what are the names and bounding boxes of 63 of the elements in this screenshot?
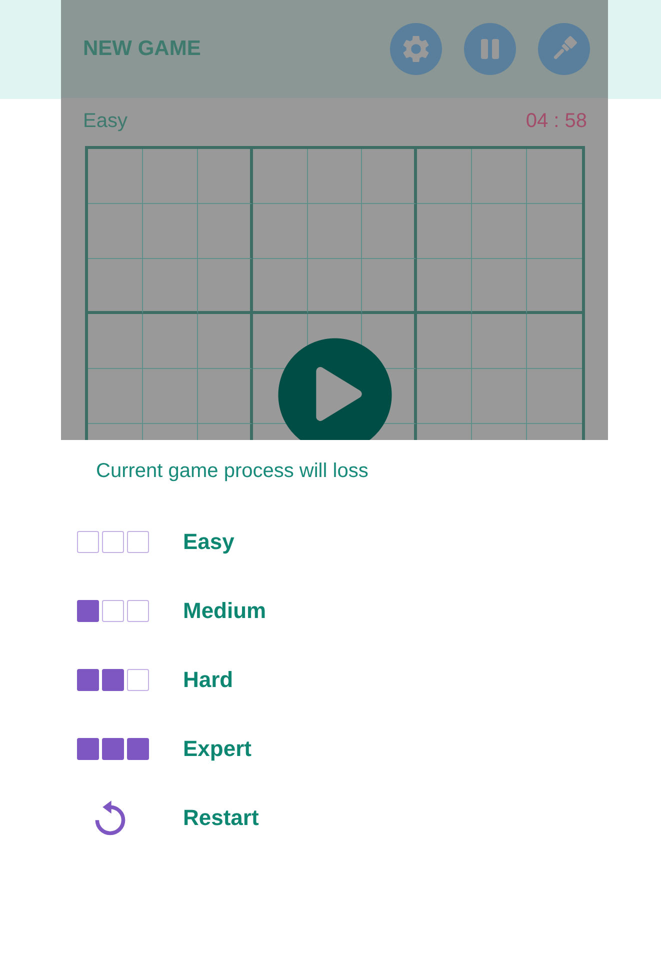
rating-square-icon	[127, 530, 149, 552]
rating-square-icon	[77, 530, 99, 552]
screen-title: NEW GAME	[83, 36, 201, 62]
board-cell[interactable]	[417, 149, 472, 204]
difficulty-option[interactable]: Hard	[0, 645, 661, 714]
board-cell[interactable]	[142, 149, 198, 204]
board-cell[interactable]	[472, 259, 528, 314]
board-cell[interactable]	[198, 149, 253, 204]
settings-icon	[403, 36, 429, 62]
rating-square-icon	[102, 738, 124, 760]
board-cell[interactable]	[88, 369, 143, 424]
rating-square-icon	[102, 530, 124, 552]
board-cell[interactable]	[142, 314, 198, 369]
rating-square-icon	[102, 600, 124, 622]
board-cell[interactable]	[362, 204, 418, 259]
rating-square-icon	[77, 600, 99, 622]
board-cell[interactable]	[142, 204, 198, 259]
restart-option[interactable]: Restart	[0, 783, 661, 852]
board-cell[interactable]	[252, 314, 308, 369]
board-cell[interactable]	[472, 369, 528, 424]
board-cell[interactable]	[198, 259, 253, 314]
rating-square-icon	[127, 600, 149, 622]
board-cell[interactable]	[88, 204, 143, 259]
paintbrush-button[interactable]	[538, 23, 590, 75]
difficulty-option[interactable]: Medium	[0, 576, 661, 645]
board-cell[interactable]	[142, 259, 198, 314]
pause-button[interactable]	[464, 23, 516, 75]
board-cell[interactable]	[142, 369, 198, 424]
board-cell[interactable]	[417, 314, 472, 369]
board-cell[interactable]	[252, 149, 308, 204]
board-cell[interactable]	[88, 259, 143, 314]
board-cell[interactable]	[198, 314, 253, 369]
warning-message: Current game process will loss	[96, 460, 368, 482]
settings-button[interactable]	[390, 23, 442, 75]
board-cell[interactable]	[472, 204, 528, 259]
board-cell[interactable]	[417, 259, 472, 314]
board-cell[interactable]	[417, 369, 472, 424]
rating-square-icon	[102, 668, 124, 690]
board-cell[interactable]	[472, 149, 528, 204]
difficulty-label: Easy	[83, 109, 128, 134]
rating-square-icon	[127, 668, 149, 690]
board-cell[interactable]	[252, 259, 308, 314]
pause-icon	[480, 39, 500, 59]
game-timer: 04 : 58	[526, 109, 587, 134]
restart-icon	[95, 800, 126, 836]
board-cell[interactable]	[362, 259, 418, 314]
difficulty-option[interactable]: Expert	[0, 714, 661, 783]
rating-square-icon	[127, 738, 149, 760]
board-cell[interactable]	[472, 314, 528, 369]
board-cell[interactable]	[362, 149, 418, 204]
board-cell[interactable]	[198, 204, 253, 259]
board-cell[interactable]	[252, 204, 308, 259]
difficulty-option[interactable]: Easy	[0, 507, 661, 576]
board-cell[interactable]	[88, 149, 143, 204]
rating-square-icon	[77, 738, 99, 760]
board-cell[interactable]	[308, 149, 362, 204]
board-cell[interactable]	[88, 314, 143, 369]
board-cell[interactable]	[417, 204, 472, 259]
board-cell[interactable]	[308, 259, 362, 314]
rating-square-icon	[77, 668, 99, 690]
board-cell[interactable]	[308, 204, 362, 259]
play-icon	[316, 367, 362, 421]
board-cell[interactable]	[198, 369, 253, 424]
